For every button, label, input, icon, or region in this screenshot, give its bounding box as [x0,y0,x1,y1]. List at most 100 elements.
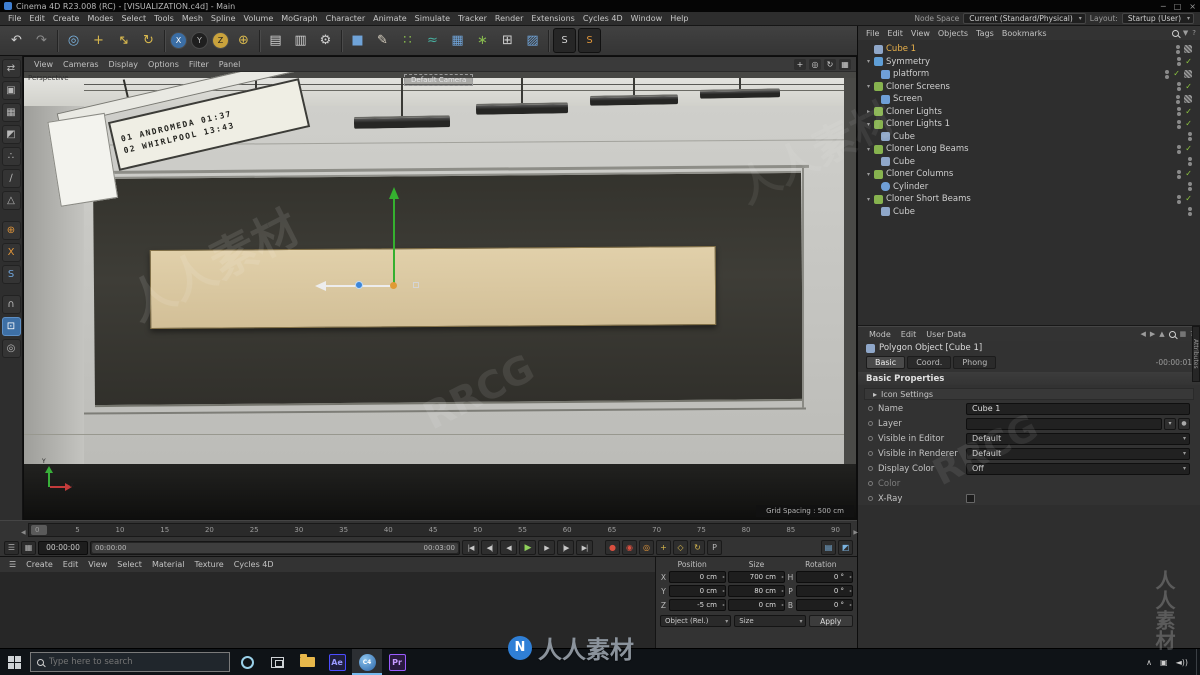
cinema4d-taskbar-button[interactable]: C4 [352,649,382,675]
om-filter-icon[interactable]: ▼ [1183,29,1188,37]
menu-window[interactable]: Window [627,14,667,23]
visibility-dots[interactable] [1188,207,1192,217]
mat-menu-view[interactable]: View [83,560,112,569]
object-row-cube[interactable]: Cube [858,206,1200,219]
texture-tag-icon[interactable] [1184,95,1192,104]
anim-dot-icon[interactable] [868,406,873,411]
mat-menu-icon[interactable]: ☰ [4,560,21,569]
enabled-check-icon[interactable]: ✓ [1185,57,1192,66]
move-icon[interactable]: + [87,28,110,53]
enabled-check-icon[interactable]: ✓ [1185,145,1192,153]
menu-render[interactable]: Render [491,14,527,23]
live-selection-icon[interactable]: ◎ [62,28,85,53]
tab-basic[interactable]: Basic [866,355,906,369]
am-search-icon[interactable] [1168,330,1176,338]
vp-menu-filter[interactable]: Filter [184,60,214,69]
visibility-dots[interactable] [1188,132,1192,142]
menu-simulate[interactable]: Simulate [411,14,454,23]
convert-object-icon[interactable]: ⇄ [1,59,21,78]
redo-icon[interactable]: ↷ [30,28,53,53]
enabled-check-icon[interactable]: ✓ [1185,82,1192,91]
visibility-dots[interactable] [1177,169,1182,179]
timeline-ruler[interactable]: ◀ ▶ 0 5 10 15 20 25 30 35 40 45 50 55 60 65 70 75 80 85 90 [21,523,858,537]
viewport-solo-icon[interactable]: ◎ [1,339,21,358]
menu-file[interactable]: File [4,14,25,23]
object-row-cylinder[interactable]: Cylinder [858,181,1200,194]
visibility-dots[interactable] [1176,44,1180,54]
workplane-icon[interactable]: ⊞ [496,28,519,53]
layout-dropdown[interactable]: Startup (User) [1121,13,1194,24]
primitive-cube-icon[interactable]: ■ [346,28,369,53]
om-menu-objects[interactable]: Objects [934,29,972,38]
back-icon[interactable]: ◀ [1140,330,1145,338]
mat-menu-texture[interactable]: Texture [189,560,228,569]
visibility-dots[interactable] [1177,57,1182,67]
visibility-dots[interactable] [1177,119,1182,129]
size-z-field[interactable]: 0 cm [728,599,785,611]
layer-new-button[interactable]: ● [1178,417,1190,430]
menu-volume[interactable]: Volume [240,14,278,23]
record-scale-toggle[interactable]: ◇ [673,540,688,555]
object-row-cloner-lights-1[interactable]: ▾ Cloner Lights 1 ✓ [858,118,1200,131]
display-color-dropdown[interactable]: Off [966,462,1190,475]
search-input[interactable] [49,657,199,667]
workplane-mode-icon[interactable]: ◩ [1,125,21,144]
tab-phong[interactable]: Phong [953,355,997,369]
render-view-icon[interactable]: ▤ [264,28,287,53]
cortana-button[interactable] [232,649,262,675]
expand-arrow-icon[interactable]: ▾ [864,171,873,178]
rotate-view-icon[interactable]: ↻ [824,58,836,70]
object-axis-icon[interactable]: ⊕ [1,221,21,240]
size-y-field[interactable]: 80 cm [728,585,785,597]
premiere-button[interactable]: Pr [382,649,412,675]
render-settings-icon[interactable]: ⚙ [314,28,337,53]
file-explorer-button[interactable] [292,649,322,675]
ceiling-light[interactable] [353,115,451,129]
edges-mode-icon[interactable]: ∕ [1,169,21,188]
ceiling-light[interactable] [589,94,679,106]
ceiling-light[interactable] [475,102,569,115]
anim-dot-icon[interactable] [868,466,873,471]
expand-arrow-icon[interactable]: ▸ [864,108,873,115]
fields-icon[interactable]: ≈ [421,28,444,53]
visibility-dots[interactable] [1177,144,1182,154]
vp-menu-display[interactable]: Display [104,60,144,69]
position-y-field[interactable]: 0 cm [669,585,726,597]
enabled-check-icon[interactable]: ✓ [1173,70,1180,78]
menu-character[interactable]: Character [322,14,370,23]
range-bar[interactable] [92,542,458,553]
vp-menu-cameras[interactable]: Cameras [58,60,104,69]
menu-select[interactable]: Select [117,14,150,23]
record-parameter-toggle[interactable]: P [707,540,722,555]
gizmo-y-axis[interactable] [393,199,395,287]
scene-3d[interactable]: RRCG [24,72,856,520]
enabled-check-icon[interactable]: ✓ [1185,107,1192,116]
object-row-cloner-short-beams[interactable]: ▾ Cloner Short Beams ✓ [858,193,1200,206]
om-help-icon[interactable]: ? [1192,29,1196,37]
om-menu-file[interactable]: File [862,29,883,38]
timeline-expand-icon[interactable]: ◩ [838,540,853,555]
record-keyframe-button[interactable]: ● [605,540,620,555]
texture-mode-icon[interactable]: ▦ [1,103,21,122]
show-desktop-button[interactable] [1196,649,1200,675]
record-rotation-toggle[interactable]: ↻ [690,540,705,555]
enabled-check-icon[interactable]: ✓ [1185,120,1192,128]
timeline-mode-icon[interactable]: ▤ [821,540,836,555]
scale-icon[interactable]: ↔ [114,31,132,49]
next-key-button[interactable]: |▶ [557,540,574,555]
mat-menu-material[interactable]: Material [147,560,190,569]
anim-dot-icon[interactable] [868,436,873,441]
anim-dot-icon[interactable] [868,481,873,486]
coord-size-dropdown[interactable]: Size [734,615,806,627]
node-space-dropdown[interactable]: Current (Standard/Physical) [963,13,1086,24]
mat-menu-edit[interactable]: Edit [58,560,84,569]
cycles-4d-icon[interactable]: S [578,28,601,53]
menu-cycles4d[interactable]: Cycles 4D [579,14,627,23]
selected-cube-object[interactable] [149,246,717,329]
object-row-cloner-screens[interactable]: ▾ Cloner Screens ✓ [858,81,1200,94]
model-mode-icon[interactable]: ▣ [1,81,21,100]
object-row-screen[interactable]: Screen [858,93,1200,106]
magnet-icon[interactable]: ∩ [1,295,21,314]
menu-spline[interactable]: Spline [207,14,240,23]
mat-menu-create[interactable]: Create [21,560,58,569]
